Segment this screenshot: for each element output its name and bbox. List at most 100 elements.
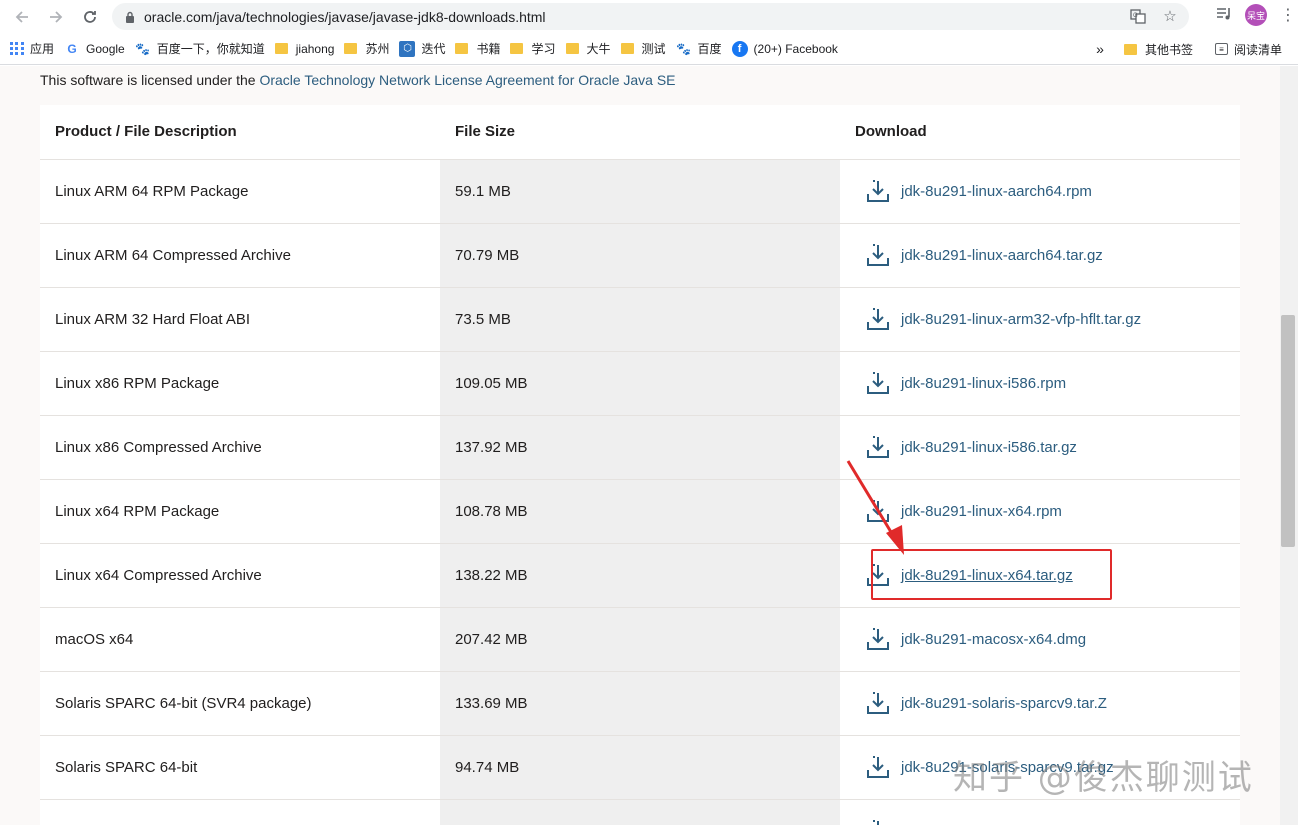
download-icon[interactable] <box>865 306 891 332</box>
download-link[interactable]: jdk-8u291-linux-i586.rpm <box>901 375 1066 392</box>
baidu-icon: 🐾 <box>676 41 691 56</box>
baidu-icon: 🐾 <box>135 41 151 56</box>
file-size-cell: 70.79 MB <box>440 223 840 288</box>
download-icon[interactable] <box>865 370 891 396</box>
bookmarks-overflow-icon[interactable]: » <box>1096 41 1104 57</box>
download-link[interactable]: jdk-8u291-macosx-x64.dmg <box>901 631 1086 648</box>
folder-icon <box>1123 43 1137 55</box>
translate-icon[interactable]: G <box>1129 7 1147 25</box>
file-size-cell: 138.22 MB <box>440 543 840 608</box>
download-cell: jdk-8u291-linux-arm32-vfp-hflt.tar.gz <box>840 287 1240 352</box>
bookmark-label: 苏州 <box>365 42 390 56</box>
product-cell: macOS x64 <box>40 607 440 672</box>
bookmark-item[interactable]: 书籍 <box>455 40 500 57</box>
other-bookmarks[interactable]: 其他书签 <box>1123 41 1193 58</box>
bookmark-item[interactable]: jiahong <box>274 41 335 56</box>
bookmark-label: 测试 <box>641 42 666 56</box>
bookmark-item[interactable]: 苏州 <box>344 40 389 57</box>
download-cell: jdk-8u291-solaris-x64.tar.Z <box>840 799 1240 825</box>
highlight-box-annotation <box>871 549 1112 600</box>
download-icon[interactable] <box>865 626 891 652</box>
license-link[interactable]: Oracle Technology Network License Agreem… <box>259 72 675 88</box>
reload-icon[interactable] <box>78 5 102 29</box>
product-cell: Solaris SPARC 64-bit (SVR4 package) <box>40 671 440 736</box>
file-size-cell: 133.69 MB <box>440 671 840 736</box>
download-icon[interactable] <box>865 754 891 780</box>
other-bookmarks-label: 其他书签 <box>1144 42 1193 57</box>
bookmark-item[interactable]: 🐾 百度 <box>676 40 722 57</box>
download-cell: jdk-8u291-linux-aarch64.rpm <box>840 159 1240 224</box>
download-icon[interactable] <box>865 242 891 268</box>
browser-toolbar: oracle.com/java/technologies/javase/java… <box>0 0 1298 33</box>
table-row: Linux ARM 64 Compressed Archive 70.79 MB j… <box>40 223 1240 288</box>
folder-icon <box>510 43 524 54</box>
file-size-cell: 73.5 MB <box>440 287 840 352</box>
product-cell: Linux x64 Compressed Archive <box>40 543 440 608</box>
reading-list[interactable]: ≡ 阅读清单 <box>1214 41 1282 58</box>
file-size-cell: 94.74 MB <box>440 735 840 800</box>
product-cell: Linux ARM 32 Hard Float ABI <box>40 287 440 352</box>
page-content: This software is licensed under the Orac… <box>0 66 1280 825</box>
file-size-cell: 59.1 MB <box>440 159 840 224</box>
scrollbar-thumb[interactable] <box>1281 315 1295 547</box>
bookmark-label: 大牛 <box>586 42 611 56</box>
download-link[interactable]: jdk-8u291-linux-arm32-vfp-hflt.tar.gz <box>901 311 1141 328</box>
google-icon: G <box>67 41 77 56</box>
facebook-icon: f <box>731 40 748 57</box>
product-cell: Linux ARM 64 Compressed Archive <box>40 223 440 288</box>
address-bar[interactable]: oracle.com/java/technologies/javase/java… <box>112 3 1189 30</box>
table-row: Linux x86 Compressed Archive 137.92 MB jdk… <box>40 415 1240 480</box>
table-row: Linux x64 RPM Package 108.78 MB jdk-8u291-… <box>40 479 1240 544</box>
app-icon: ⬡ <box>399 40 416 57</box>
lock-icon[interactable] <box>124 10 136 24</box>
back-icon[interactable] <box>10 5 34 29</box>
bookmark-label: 百度 <box>697 42 722 56</box>
file-size-cell: 137.92 MB <box>440 415 840 480</box>
downloads-table: Product / File Description File Size Dow… <box>40 105 1240 825</box>
bookmark-label: 迭代 <box>421 42 446 56</box>
bookmark-label: jiahong <box>295 41 335 56</box>
bookmark-item[interactable]: 大牛 <box>565 40 611 57</box>
bookmark-item[interactable]: 测试 <box>620 40 666 57</box>
folder-icon <box>565 43 579 54</box>
bookmark-item[interactable]: 学习 <box>510 40 556 57</box>
download-link[interactable]: jdk-8u291-linux-i586.tar.gz <box>901 439 1077 456</box>
bookmark-item[interactable]: 应用 <box>10 40 54 57</box>
bookmark-item[interactable]: 🐾 百度一下，你就知道 <box>135 40 265 57</box>
media-control-icon[interactable] <box>1216 7 1232 24</box>
bookmark-label: 百度一下，你就知道 <box>156 42 265 56</box>
bookmark-label: 学习 <box>531 42 556 56</box>
product-cell: Linux x86 RPM Package <box>40 351 440 416</box>
table-row: Linux ARM 32 Hard Float ABI 73.5 MB jdk-8u… <box>40 287 1240 352</box>
license-text: This software is licensed under the Orac… <box>40 72 676 88</box>
forward-icon[interactable] <box>44 5 68 29</box>
reading-list-icon: ≡ <box>1214 43 1228 55</box>
product-cell: Solaris x64 (SVR4 package) <box>40 799 440 825</box>
table-row: Linux x86 RPM Package 109.05 MB jdk-8u291-… <box>40 351 1240 416</box>
download-cell: jdk-8u291-solaris-sparcv9.tar.Z <box>840 671 1240 736</box>
bookmark-item[interactable]: G Google <box>64 41 124 57</box>
folder-icon <box>620 43 634 54</box>
download-link[interactable]: jdk-8u291-linux-aarch64.rpm <box>901 183 1092 200</box>
menu-icon[interactable]: ⋮ <box>1280 5 1296 25</box>
table-row: Linux ARM 64 RPM Package 59.1 MB jdk-8u291… <box>40 159 1240 224</box>
download-icon[interactable] <box>865 178 891 204</box>
profile-avatar[interactable]: 呆宝 <box>1245 4 1267 26</box>
bookmark-item[interactable]: f (20+) Facebook <box>731 40 838 57</box>
bookmarks-bar: 应用 G Google 🐾 百度一下，你就知道 jiahong 苏州 ⬡ 迭代 书籍 学习 大牛 测试 🐾… <box>0 33 1298 65</box>
apps-grid-icon <box>10 41 24 56</box>
star-icon[interactable]: ☆ <box>1161 7 1179 25</box>
download-icon[interactable] <box>865 690 891 716</box>
bookmark-item[interactable]: ⬡ 迭代 <box>399 40 445 57</box>
download-icon[interactable] <box>865 818 891 825</box>
svg-text:G: G <box>1133 13 1138 19</box>
download-link[interactable]: jdk-8u291-solaris-sparcv9.tar.Z <box>901 695 1107 712</box>
download-link[interactable]: jdk-8u291-linux-aarch64.tar.gz <box>901 247 1103 264</box>
red-arrow-annotation <box>846 460 904 555</box>
header-file-size: File Size <box>440 105 840 160</box>
url-text[interactable]: oracle.com/java/technologies/javase/java… <box>144 9 546 25</box>
file-size-cell: 207.42 MB <box>440 607 840 672</box>
folder-icon <box>455 43 469 54</box>
folder-icon <box>344 43 358 54</box>
download-link[interactable]: jdk-8u291-linux-x64.rpm <box>901 503 1062 520</box>
